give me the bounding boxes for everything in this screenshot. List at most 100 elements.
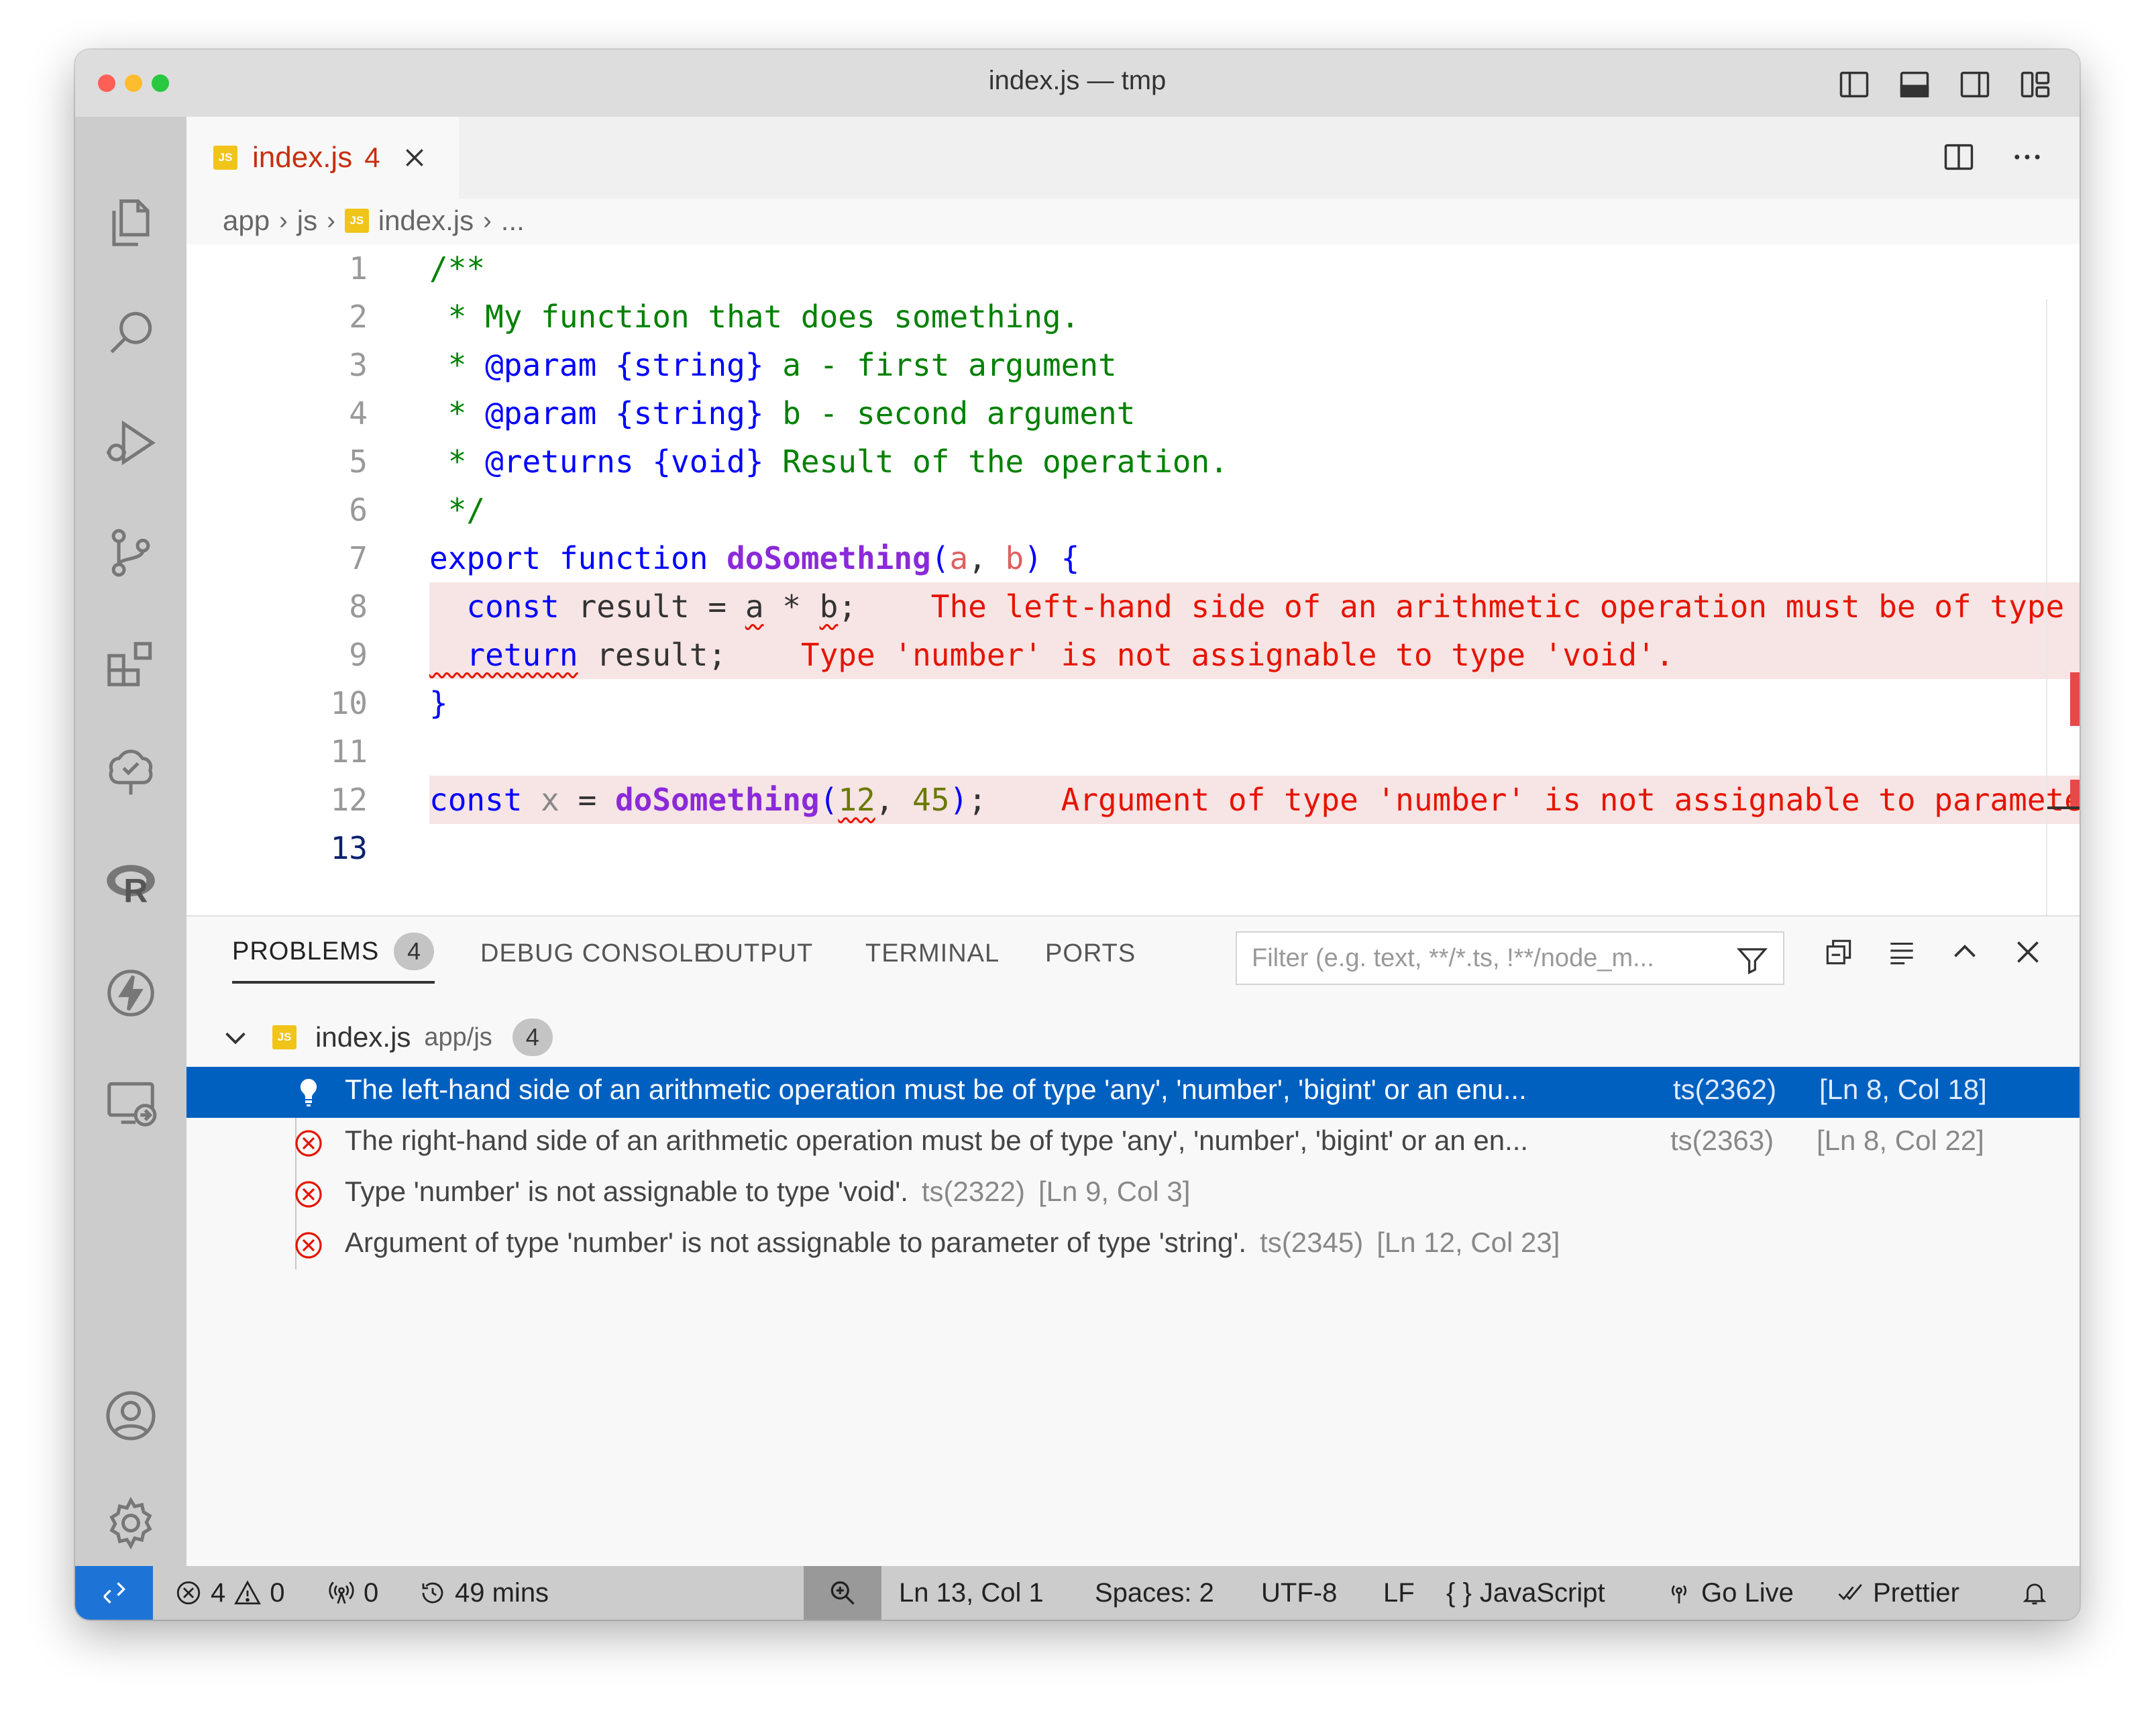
filter-input[interactable] [1250, 943, 1736, 974]
chevron-right-icon: › [483, 206, 492, 235]
error-marker [2070, 780, 2080, 806]
problems-count-badge: 4 [394, 933, 435, 970]
tab-problem-count: 4 [364, 142, 380, 173]
remote-icon [103, 1582, 126, 1604]
remote-explorer-icon[interactable] [100, 1072, 162, 1134]
error-icon [176, 1581, 201, 1605]
tab-index-js[interactable]: JS index.js 4 [186, 117, 459, 199]
source-control-icon[interactable] [100, 522, 162, 584]
notifications-button[interactable] [2020, 1566, 2049, 1620]
toggle-secondary-sidebar-icon[interactable] [1957, 67, 1992, 102]
line-number: 11 [330, 733, 368, 770]
error-icon [295, 1232, 322, 1259]
toggle-primary-sidebar-icon[interactable] [1837, 67, 1872, 102]
error-marker [2070, 672, 2080, 726]
problems-status[interactable]: 4 0 [174, 1566, 285, 1620]
code-line: * @returns {void} Result of the operatio… [429, 444, 1228, 480]
problem-item[interactable]: The right-hand side of an arithmetic ope… [186, 1118, 2080, 1169]
settings-gear-icon[interactable] [100, 1492, 162, 1554]
editor-tabs: JS index.js 4 [186, 117, 2080, 199]
end-of-line[interactable]: LF [1383, 1566, 1415, 1620]
tab-problems[interactable]: PROBLEMS 4 [232, 933, 435, 970]
customize-layout-icon[interactable] [2018, 67, 2053, 102]
line-number: 9 [349, 637, 368, 673]
problem-item[interactable]: The left-hand side of an arithmetic oper… [186, 1067, 2080, 1118]
problem-message: Type 'number' is not assignable to type … [345, 1176, 908, 1207]
extensions-icon[interactable] [100, 632, 162, 694]
line-number: 1 [349, 250, 368, 286]
tab-output[interactable]: OUTPUT [704, 939, 813, 968]
code-line: export function doSomething(a, b) { [429, 540, 1080, 576]
broadcast-icon [1671, 1585, 1687, 1604]
remote-indicator[interactable] [75, 1566, 153, 1620]
explorer-icon[interactable] [100, 192, 162, 254]
collapse-all-icon[interactable] [1822, 935, 1855, 969]
breadcrumb-item-js[interactable]: js [297, 205, 317, 237]
chevron-down-icon[interactable] [220, 1022, 251, 1053]
prettier-status[interactable]: Prettier [1837, 1566, 1959, 1620]
tab-debug-console[interactable]: DEBUG CONSOLE [480, 939, 712, 968]
inline-error-message: Type 'number' is not assignable to type … [800, 637, 1674, 673]
language-label: JavaScript [1479, 1577, 1605, 1608]
status-bar: 4 0 0 49 mins Ln 13, Col 1 Spaces: 2 UTF… [75, 1566, 2080, 1620]
code-line-error: const x = doSomething(12, 45); Argument … [429, 776, 2080, 824]
split-editor-icon[interactable] [1941, 140, 1976, 174]
problems-file-row[interactable]: JS index.js app/js 4 [220, 1013, 553, 1061]
code-line: } [429, 685, 448, 721]
problem-message-line: Argument of type 'number' is not assigna… [345, 1227, 1560, 1259]
r-icon[interactable]: R [100, 852, 162, 914]
title-bar: index.js — tmp [75, 50, 2080, 117]
cursor-marker [2047, 806, 2080, 809]
javascript-file-icon: JS [213, 146, 237, 170]
problem-item[interactable]: Argument of type 'number' is not assigna… [186, 1220, 2080, 1271]
toggle-panel-icon[interactable] [1897, 67, 1932, 102]
vscode-window: index.js — tmp R JS index.js 4 app › js … [75, 50, 2080, 1620]
close-panel-icon[interactable] [2011, 935, 2045, 969]
zoom-button[interactable] [804, 1566, 881, 1620]
problem-message: Argument of type 'number' is not assigna… [345, 1227, 1247, 1258]
maximize-panel-icon[interactable] [1948, 935, 1982, 969]
code-line-active [429, 824, 2080, 872]
tab-ports[interactable]: PORTS [1045, 939, 1136, 968]
encoding[interactable]: UTF-8 [1261, 1566, 1337, 1620]
go-live-button[interactable]: Go Live [1665, 1566, 1794, 1620]
ports-status[interactable]: 0 [327, 1566, 378, 1620]
problems-filter [1236, 931, 1784, 985]
session-time[interactable]: 49 mins [419, 1566, 549, 1620]
more-actions-icon[interactable] [2010, 140, 2045, 174]
javascript-file-icon: JS [272, 1025, 297, 1049]
run-debug-icon[interactable] [100, 412, 162, 474]
indentation[interactable]: Spaces: 2 [1095, 1566, 1214, 1620]
code-line: * @param {string} a - first argument [429, 347, 1117, 383]
inline-error-message: The left-hand side of an arithmetic oper… [930, 588, 2065, 625]
problem-code: ts(2322) [921, 1176, 1025, 1207]
breadcrumb-item-app[interactable]: app [223, 205, 270, 237]
error-icon [295, 1181, 322, 1208]
language-mode[interactable]: { } JavaScript [1446, 1566, 1605, 1620]
problem-code: ts(2345) [1260, 1227, 1364, 1258]
account-icon[interactable] [100, 1385, 162, 1447]
window-title: index.js — tmp [988, 66, 1167, 95]
tab-terminal[interactable]: TERMINAL [865, 939, 1000, 968]
problem-item[interactable]: Type 'number' is not assignable to type … [186, 1169, 2080, 1220]
cursor-position[interactable]: Ln 13, Col 1 [899, 1566, 1044, 1620]
close-tab-icon[interactable] [400, 144, 429, 172]
problems-file-name: index.js [315, 1021, 411, 1053]
problem-location: [Ln 12, Col 23] [1377, 1227, 1560, 1258]
overview-ruler[interactable] [2046, 299, 2080, 957]
breadcrumb-item-symbols[interactable]: ... [501, 205, 525, 237]
filter-icon[interactable] [1735, 942, 1770, 977]
bottom-panel: PROBLEMS 4 DEBUG CONSOLE OUTPUT TERMINAL… [186, 915, 2080, 1567]
testing-icon[interactable] [100, 742, 162, 804]
lightning-icon[interactable] [100, 962, 162, 1024]
code-editor[interactable]: 1 2 3 4 5 6 7 8 9 10 11 12 13 /** * My f… [186, 244, 2080, 957]
go-live-label: Go Live [1701, 1577, 1794, 1608]
view-as-list-icon[interactable] [1885, 935, 1919, 969]
search-icon[interactable] [100, 302, 162, 364]
breadcrumb-item-file[interactable]: index.js [378, 205, 474, 237]
code-line-error: return result; Type 'number' is not assi… [429, 631, 2080, 679]
line-number-active: 13 [330, 830, 368, 866]
panel-tabs: PROBLEMS 4 DEBUG CONSOLE OUTPUT TERMINAL… [186, 917, 2080, 990]
session-time-label: 49 mins [455, 1577, 549, 1608]
lightbulb-icon[interactable] [292, 1076, 325, 1108]
